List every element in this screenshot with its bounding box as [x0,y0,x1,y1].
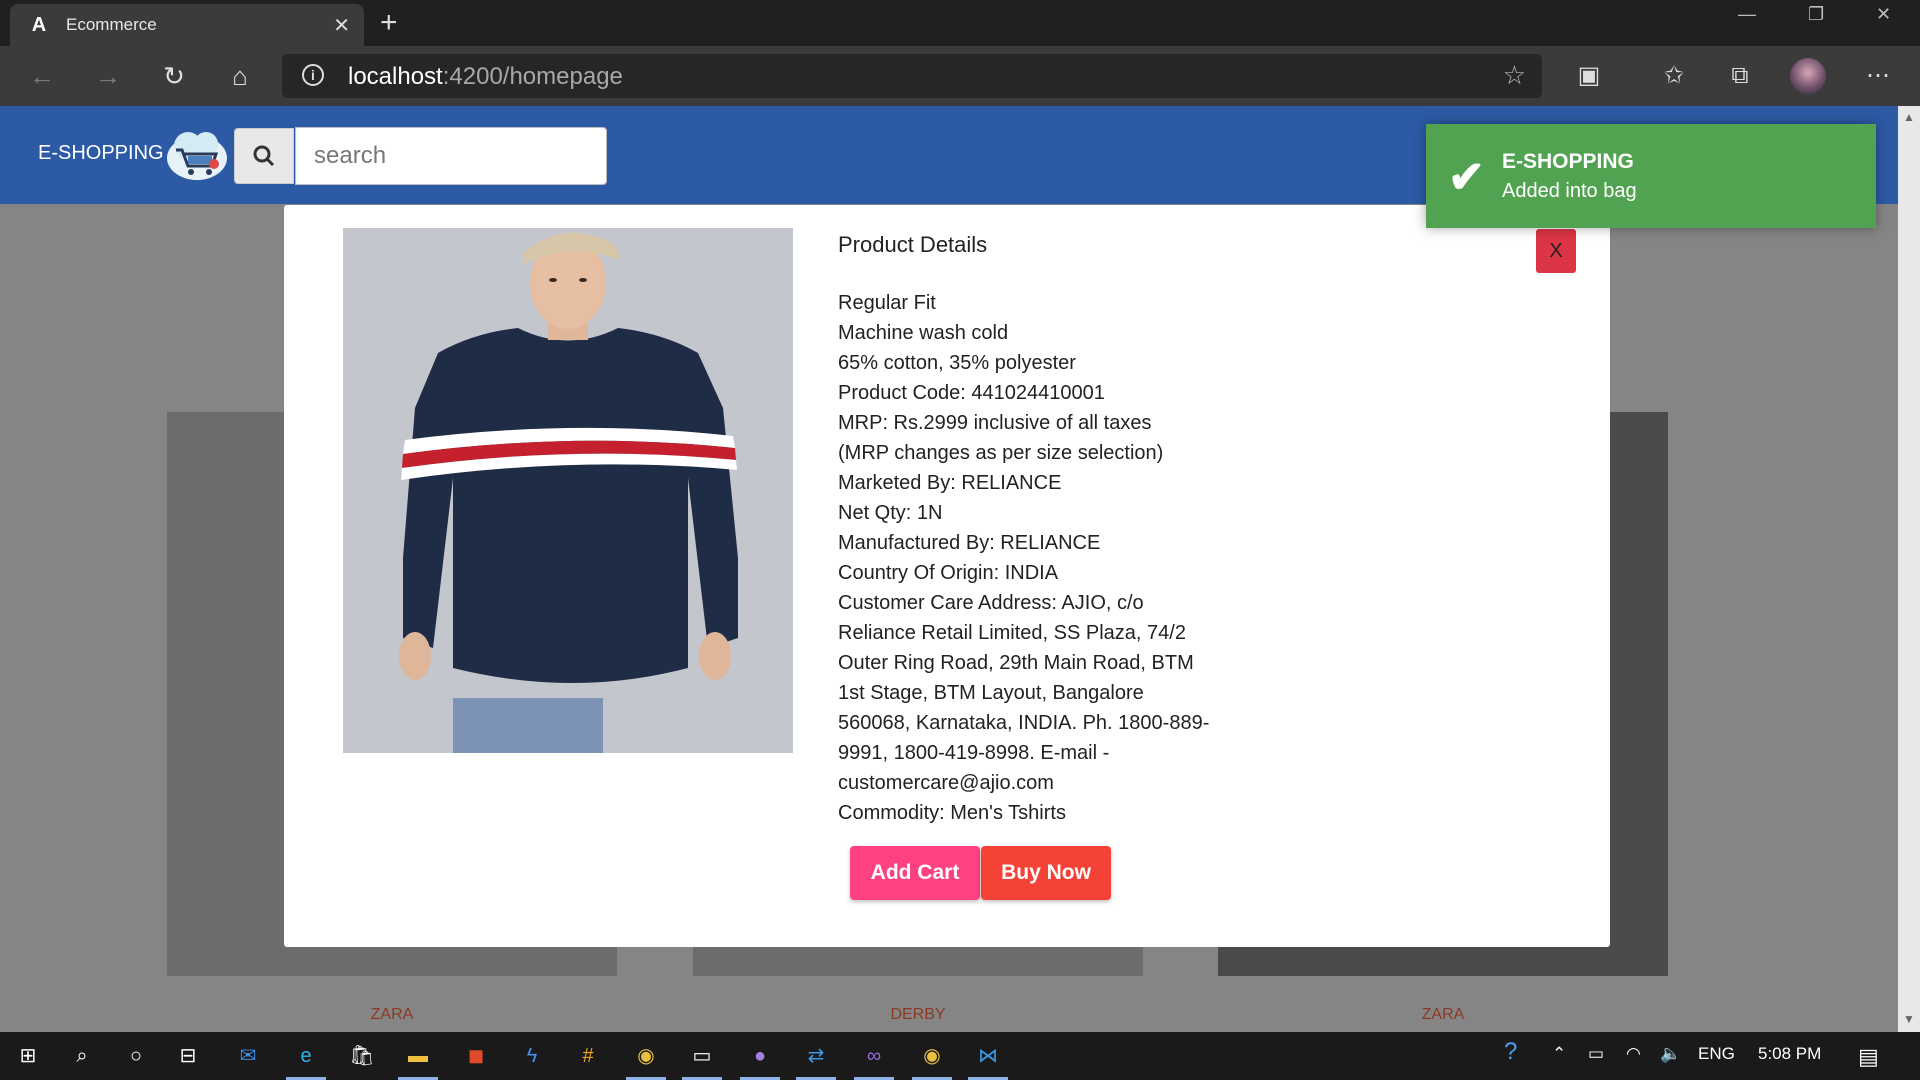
chrome-icon[interactable]: ◉ [626,1040,666,1080]
power-automate-icon[interactable]: ϟ [516,1040,548,1072]
task-view-icon[interactable]: ⊟ [172,1040,204,1072]
browser-tab[interactable]: A Ecommerce ✕ [10,4,364,46]
file-explorer-icon[interactable]: ▬ [398,1040,438,1080]
detail-item: Customer Care Address: AJIO, c/o Relianc… [838,592,1210,794]
search-button[interactable] [234,128,294,184]
checkmark-icon: ✔ [1448,153,1485,202]
vscode-icon[interactable]: ⋈ [968,1040,1008,1080]
visual-studio-icon[interactable]: ∞ [854,1040,894,1080]
search-icon[interactable]: ⌕ [66,1040,98,1072]
page-scrollbar[interactable]: ▲ ▼ [1898,106,1920,1032]
windows-taskbar: ⊞ ⌕ ○ ⊟ ✉ e 🛍 ▬ ◼ ϟ # ◉ ▭ ● ⇄ ∞ ◉ ⋈ ? ⌃ … [0,1032,1920,1080]
detail-item: Product Code: 441024410001 [838,382,1105,404]
tab-title: Ecommerce [66,15,157,34]
back-icon[interactable]: ← [22,58,62,94]
extension-icon[interactable]: ▣ [1571,58,1607,94]
slack-icon[interactable]: # [572,1040,604,1072]
product-details-title: Product Details [838,232,988,257]
detail-item: 65% cotton, 35% polyester [838,352,1076,374]
scroll-up-icon[interactable]: ▲ [1903,110,1915,124]
detail-item: Regular Fit [838,292,936,314]
help-icon[interactable]: ? [1504,1038,1517,1066]
volume-icon[interactable]: 🔈 [1660,1044,1681,1064]
windows-start-icon[interactable]: ⊞ [12,1040,44,1072]
restore-icon[interactable]: ❐ [1808,4,1824,25]
product-details-modal: Product Details Regular Fit Machine wash… [284,205,1610,947]
search-input[interactable] [295,127,607,185]
terminal-icon[interactable]: ▭ [682,1040,722,1080]
card-brand-label: ZARA [370,1006,414,1023]
discord-icon[interactable]: ● [740,1040,780,1080]
battery-icon[interactable]: ▭ [1588,1044,1604,1064]
close-window-icon[interactable]: ✕ [1876,4,1891,25]
language-indicator[interactable]: ENG [1698,1044,1735,1064]
detail-item: Country Of Origin: INDIA [838,562,1059,584]
teamviewer-icon[interactable]: ⇄ [796,1040,836,1080]
new-tab-icon[interactable]: + [380,6,398,40]
chevron-up-icon[interactable]: ⌃ [1552,1044,1566,1064]
cart-logo-icon [167,132,227,180]
collections-icon[interactable]: ⧉ [1722,58,1758,94]
minimize-icon[interactable]: — [1738,4,1756,25]
chrome-icon[interactable]: ◉ [912,1040,952,1080]
detail-item: Net Qty: 1N [838,502,943,524]
toast-message: Added into bag [1502,180,1637,202]
cortana-icon[interactable]: ○ [120,1040,152,1072]
angular-icon: A [31,14,47,36]
brand-name[interactable]: E-SHOPPING [38,142,164,165]
store-icon[interactable]: 🛍 [346,1040,378,1072]
success-toast[interactable]: ✔ E-SHOPPING Added into bag [1426,124,1876,228]
detail-item: Machine wash cold [838,322,1009,344]
wifi-icon[interactable]: ◠ [1626,1044,1641,1064]
detail-item: (MRP changes as per size selection) [838,442,1164,464]
mail-icon[interactable]: ✉ [232,1040,264,1072]
home-icon[interactable]: ⌂ [220,58,260,94]
product-details-list: Regular Fit Machine wash cold 65% cotton… [838,288,1218,828]
add-cart-button[interactable]: Add Cart [850,846,980,900]
detail-item: Commodity: Men's Tshirts [838,802,1066,824]
card-brand-label: ZARA [1421,1006,1465,1023]
detail-item: Marketed By: RELIANCE [838,472,1062,494]
close-modal-button[interactable]: X [1536,229,1576,273]
search-icon [253,145,275,167]
info-icon[interactable]: i [302,64,324,86]
edge-icon[interactable]: e [286,1040,326,1080]
address-bar[interactable]: i localhost:4200/homepage ☆ [282,54,1542,98]
detail-item: MRP: Rs.2999 inclusive of all taxes [838,412,1152,434]
favorite-star-icon[interactable]: ☆ [1503,60,1526,91]
buy-now-button[interactable]: Buy Now [981,846,1111,900]
notifications-icon[interactable]: ▤ [1858,1044,1879,1070]
favorites-icon[interactable]: ✩ [1656,58,1692,94]
browser-tabbar: A Ecommerce ✕ + — ❐ ✕ [0,0,1920,46]
forward-icon[interactable]: → [88,58,128,94]
product-image [343,228,793,753]
url-text: localhost:4200/homepage [348,63,623,90]
refresh-icon[interactable]: ↻ [154,58,194,94]
clock[interactable]: 5:08 PM [1758,1044,1821,1064]
more-menu-icon[interactable]: ⋯ [1860,58,1896,94]
card-brand-label: DERBY [890,1006,946,1023]
scroll-down-icon[interactable]: ▼ [1903,1012,1915,1026]
browser-toolbar: ← → ↻ ⌂ i localhost:4200/homepage ☆ ▣ ✩ … [0,46,1920,106]
detail-item: Manufactured By: RELIANCE [838,532,1101,554]
close-tab-icon[interactable]: ✕ [333,13,350,38]
profile-avatar[interactable] [1790,58,1826,94]
toast-title: E-SHOPPING [1502,150,1634,173]
office-icon[interactable]: ◼ [460,1040,492,1072]
